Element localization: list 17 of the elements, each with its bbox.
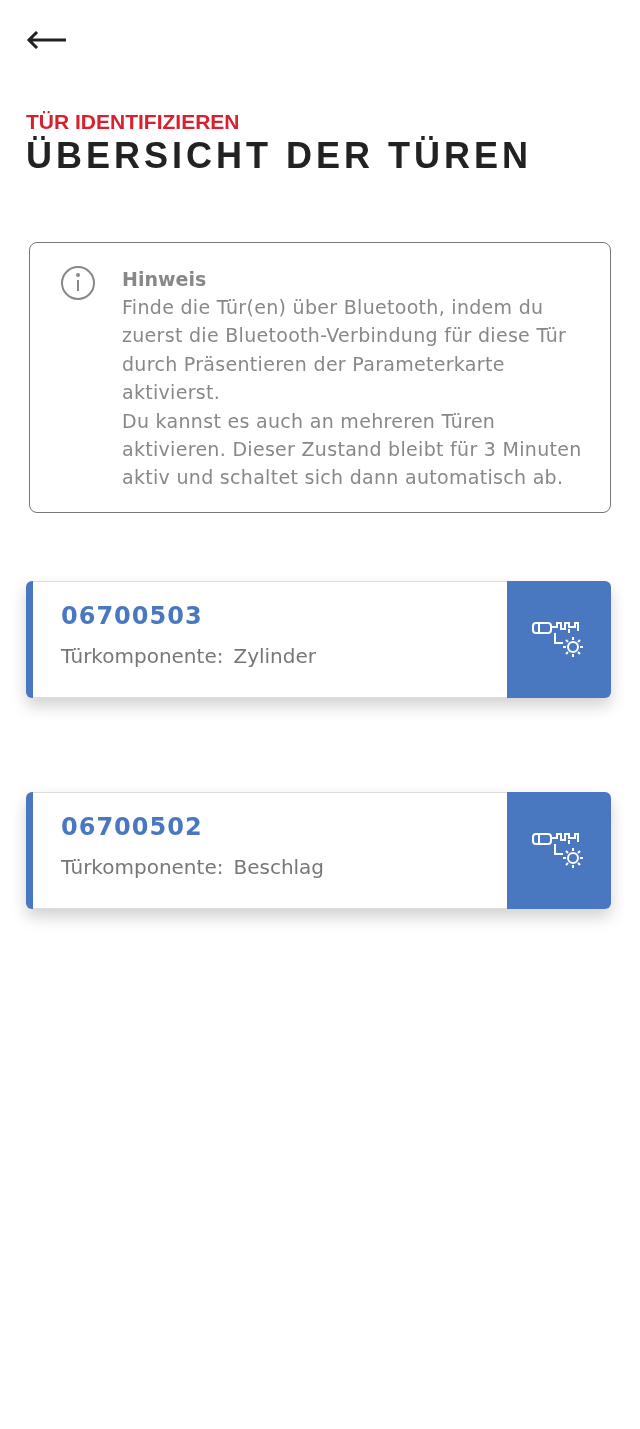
- configure-button[interactable]: [507, 791, 611, 909]
- info-icon: [60, 265, 96, 301]
- notice-text: Finde die Tür(en) über Bluetooth, indem du zuerst die Bluetooth-Verbindung für diese Tür durch Präsentieren der Parameterkarte aktivierst.: [122, 295, 568, 406]
- component-label: Türkomponente:: [61, 854, 224, 879]
- page-title: ÜBERSICHT DER TÜREN: [26, 136, 533, 176]
- door-card[interactable]: 06700502 Türkomponente: Beschlag: [26, 791, 611, 909]
- page-subtitle: TÜR IDENTIFIZIEREN: [26, 110, 241, 134]
- configure-button[interactable]: [507, 580, 611, 698]
- component-label: Türkomponente:: [61, 643, 224, 668]
- door-number: 06700503: [61, 601, 204, 630]
- door-card[interactable]: 06700503 Türkomponente: Zylinder: [26, 580, 611, 698]
- component-value: Zylinder: [233, 643, 316, 668]
- notice-text: Du kannst es auch an mehreren Türen aktivieren. Dieser Zustand bleibt für 3 Minuten aktiv und schaltet sich dann automatisch ab.: [122, 408, 583, 491]
- back-arrow-icon: [26, 31, 66, 49]
- door-number: 06700502: [61, 812, 204, 841]
- notice-title: Hinweis: [122, 267, 208, 292]
- component-value: Beschlag: [233, 854, 325, 879]
